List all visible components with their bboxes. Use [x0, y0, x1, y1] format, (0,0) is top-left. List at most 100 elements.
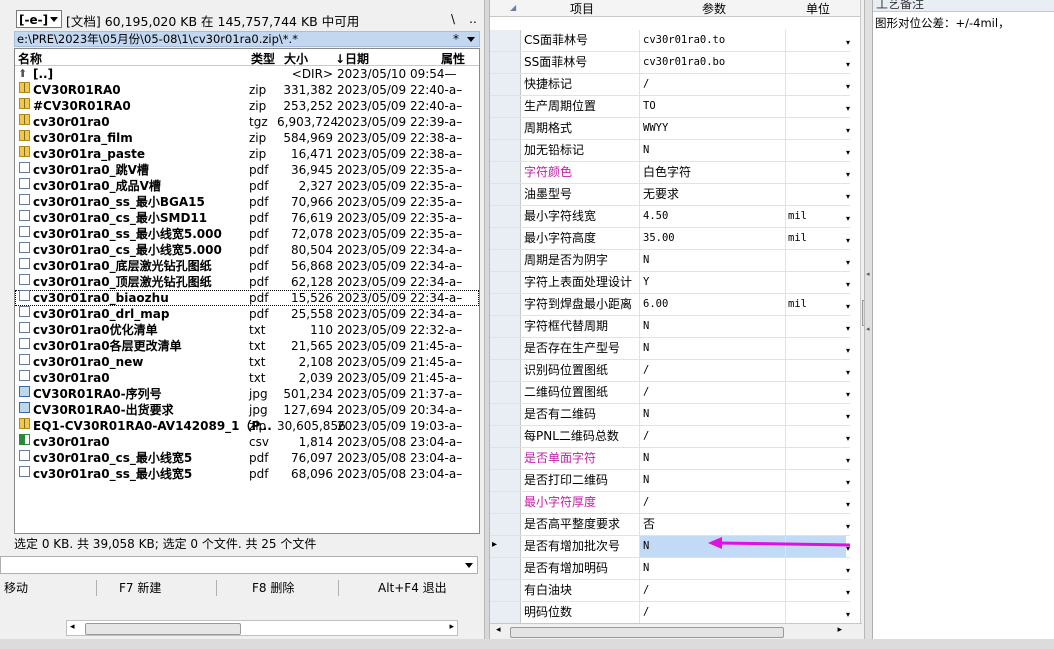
scrollbar-thumb[interactable]	[510, 627, 784, 638]
grid-row[interactable]: 是否有二维码 N ▾	[490, 404, 850, 426]
dropdown-tick-icon[interactable]: ▾	[846, 148, 850, 157]
grid-row[interactable]: 生产周期位置 TO ▾	[490, 96, 850, 118]
file-row[interactable]: CV30R01RA0-出货要求 jpg 127,694 2023/05/09 20:3…	[15, 402, 479, 418]
file-row[interactable]: cv30r01ra0_cs_最小线宽5.000 pdf 80,504 2023/05/…	[15, 242, 479, 258]
row-indicator[interactable]	[490, 404, 521, 425]
row-indicator[interactable]	[490, 30, 521, 51]
grid-row[interactable]: 最小字符厚度 / ▾	[490, 492, 850, 514]
grid-row[interactable]: 字符框代替周期 N ▾	[490, 316, 850, 338]
dropdown-tick-icon[interactable]: ▾	[846, 126, 850, 135]
dropdown-tick-icon[interactable]: ▾	[846, 346, 850, 355]
grid-item-value[interactable]: 否	[640, 514, 786, 535]
file-row[interactable]: cv30r01ra0_顶层激光钻孔图纸 pdf 62,128 2023/05/09 2…	[15, 274, 479, 290]
scroll-right-icon[interactable]: ▸	[449, 622, 454, 632]
file-row[interactable]: cv30r01ra0_ss_最小线宽5.000 pdf 72,078 2023/05/…	[15, 226, 479, 242]
grid-item-value[interactable]: cv30r01ra0.to	[640, 30, 786, 51]
file-row[interactable]: cv30r01ra0 txt 2,039 2023/05/09 21:45-a–	[15, 370, 479, 386]
row-indicator[interactable]	[490, 74, 521, 95]
row-indicator[interactable]	[490, 492, 521, 513]
grid-item-value[interactable]: 白色字符	[640, 162, 786, 183]
grid-item-value[interactable]: 无要求	[640, 184, 786, 205]
notes-text[interactable]: 图形对位公差：+/-4mil，	[875, 15, 1010, 31]
grid-item-value[interactable]: TO	[640, 96, 786, 117]
file-row[interactable]: cv30r01ra0_new txt 2,108 2023/05/09 21:45-a…	[15, 354, 479, 370]
file-row[interactable]: ⬆ [..] <DIR> 2023/05/10 09:54—	[15, 66, 479, 82]
grid-row[interactable]: 最小字符线宽 4.50 mil ▾	[490, 206, 850, 228]
chevron-down-icon[interactable]	[467, 37, 475, 42]
dropdown-tick-icon[interactable]: ▾	[846, 236, 850, 245]
column-size[interactable]: 大小	[284, 50, 308, 67]
row-indicator[interactable]	[490, 382, 521, 403]
grid-item-value[interactable]: /	[640, 360, 786, 381]
grid-row[interactable]: 字符上表面处理设计 Y ▾	[490, 272, 850, 294]
dropdown-tick-icon[interactable]: ▾	[846, 390, 850, 399]
row-indicator[interactable]	[490, 140, 521, 161]
dropdown-tick-icon[interactable]: ▾	[846, 38, 850, 47]
file-row[interactable]: cv30r01ra0_ss_最小BGA15 pdf 70,966 2023/05/09…	[15, 194, 479, 210]
dropdown-tick-icon[interactable]: ▾	[846, 192, 850, 201]
row-indicator[interactable]	[490, 602, 521, 623]
grid-item-value[interactable]: /	[640, 580, 786, 601]
dropdown-tick-icon[interactable]: ▾	[846, 456, 850, 465]
grid-item-value[interactable]: /	[640, 382, 786, 403]
row-indicator[interactable]	[490, 448, 521, 469]
dropdown-tick-icon[interactable]: ▾	[846, 324, 850, 333]
row-indicator[interactable]	[490, 426, 521, 447]
grid-row[interactable]: 周期是否为阴字 N ▾	[490, 250, 850, 272]
new-folder-button[interactable]: F7 新建	[119, 578, 161, 598]
horizontal-scrollbar[interactable]: ◂ ▸	[66, 620, 458, 636]
dropdown-tick-icon[interactable]: ▾	[846, 566, 850, 575]
dropdown-tick-icon[interactable]: ▾	[846, 588, 850, 597]
exit-button[interactable]: Alt+F4 退出	[378, 578, 447, 598]
file-row[interactable]: CV30R01RA0 zip 331,382 2023/05/09 22:40-a–	[15, 82, 479, 98]
grid-row[interactable]: 是否打印二维码 N ▾	[490, 470, 850, 492]
file-row[interactable]: cv30r01ra0_cs_最小SMD11 pdf 76,619 2023/05/09…	[15, 210, 479, 226]
row-indicator[interactable]	[490, 272, 521, 293]
grid-row[interactable]: 每PNL二维码总数 / ▾	[490, 426, 850, 448]
file-row[interactable]: cv30r01ra_film zip 584,969 2023/05/09 22:38…	[15, 130, 479, 146]
row-indicator[interactable]	[490, 96, 521, 117]
column-name[interactable]: 名称	[18, 50, 42, 67]
file-row[interactable]: cv30r01ra0_cs_最小线宽5 pdf 76,097 2023/05/08 2…	[15, 450, 479, 466]
grid-item-value[interactable]: /	[640, 602, 786, 623]
grid-row[interactable]: 有白油块 / ▾	[490, 580, 850, 602]
grid-header-unit[interactable]: 单位	[806, 0, 830, 17]
grid-row[interactable]: 识别码位置图纸 / ▾	[490, 360, 850, 382]
grid-item-value[interactable]: N	[640, 338, 786, 359]
file-row[interactable]: cv30r01ra0 tgz 6,903,724 2023/05/09 22:39-a…	[15, 114, 479, 130]
file-row[interactable]: cv30r01ra0各层更改清单 txt 21,565 2023/05/09 21:4…	[15, 338, 479, 354]
grid-item-value[interactable]: 4.50	[640, 206, 786, 227]
row-indicator[interactable]	[490, 118, 521, 139]
grid-header-value[interactable]: 参数	[702, 0, 726, 17]
file-row[interactable]: cv30r01ra0_ss_最小线宽5 pdf 68,096 2023/05/08 2…	[15, 466, 479, 482]
row-indicator[interactable]	[490, 250, 521, 271]
row-indicator[interactable]	[490, 184, 521, 205]
root-dir-button[interactable]: \	[444, 10, 462, 28]
grid-item-value[interactable]: /	[640, 426, 786, 447]
dropdown-tick-icon[interactable]: ▾	[846, 258, 850, 267]
scroll-left-icon[interactable]: ◂	[70, 622, 75, 632]
row-indicator[interactable]	[490, 52, 521, 73]
grid-row[interactable]: 是否有增加明码 N ▾	[490, 558, 850, 580]
column-date[interactable]: ↓日期	[335, 50, 369, 67]
grid-row[interactable]: 快捷标记 / ▾	[490, 74, 850, 96]
grid-item-value[interactable]: /	[640, 492, 786, 513]
dropdown-tick-icon[interactable]: ▾	[846, 500, 850, 509]
file-row[interactable]: cv30r01ra0_drl_map pdf 25,558 2023/05/09 22…	[15, 306, 479, 322]
dropdown-tick-icon[interactable]: ▾	[846, 434, 850, 443]
file-row[interactable]: cv30r01ra0_成品V槽 pdf 2,327 2023/05/09 22:35-…	[15, 178, 479, 194]
grid-header-name[interactable]: 项目	[570, 0, 594, 17]
grid-item-value[interactable]: cv30r01ra0.bo	[640, 52, 786, 73]
file-list[interactable]: 名称 类型 大小 ↓日期 属性 ⬆ [..] <DIR> 2023/05/10 09:…	[14, 48, 480, 534]
grid-row[interactable]: 周期格式 WWYY ▾	[490, 118, 850, 140]
row-indicator[interactable]	[490, 470, 521, 491]
drive-select[interactable]: [-e-]	[16, 10, 62, 28]
grid-row[interactable]: 字符颜色 白色字符 ▾	[490, 162, 850, 184]
grid-row[interactable]: 字符到焊盘最小距离 6.00 mil ▾	[490, 294, 850, 316]
dropdown-tick-icon[interactable]: ▾	[846, 610, 850, 619]
dropdown-tick-icon[interactable]: ▾	[846, 280, 850, 289]
dropdown-tick-icon[interactable]: ▾	[846, 522, 850, 531]
row-indicator[interactable]: ▸	[490, 536, 521, 557]
move-button[interactable]: 移动	[4, 578, 28, 598]
file-row[interactable]: cv30r01ra0优化清单 txt 110 2023/05/09 22:32-a–	[15, 322, 479, 338]
